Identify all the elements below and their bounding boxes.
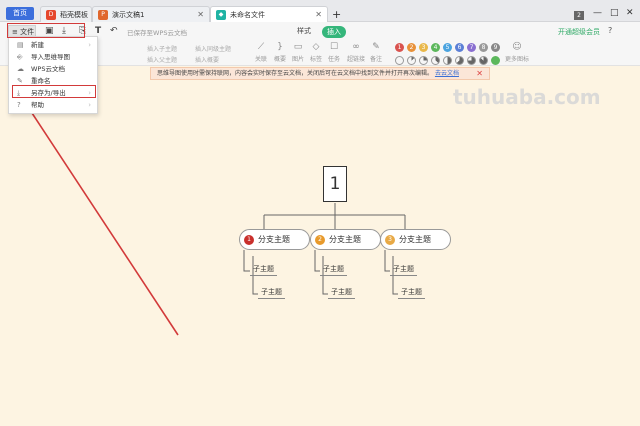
file-dropdown-menu: ▤ 新建 › ⎆ 导入思维导图 ☁ WPS云文档 ✎ 重命名 ⤓ 另存为/导出 … [8, 36, 98, 114]
priority-2-icon: 2 [315, 234, 325, 245]
menu-item-new[interactable]: ▤ 新建 › [9, 39, 97, 51]
menu-item-help[interactable]: ? 帮助 › [9, 99, 97, 111]
help-icon: ? [17, 101, 21, 109]
priority-1-icon: 1 [244, 234, 254, 245]
branch-topic-3[interactable]: 3 分支主题 [380, 229, 451, 250]
root-topic[interactable]: 1 [323, 166, 347, 202]
branch-topic-2[interactable]: 2 分支主题 [310, 229, 381, 250]
import-icon: ⎆ [17, 53, 23, 61]
file-toolbar-highlight [7, 23, 85, 38]
menu-item-import[interactable]: ⎆ 导入思维导图 [9, 51, 97, 63]
chevron-right-icon: › [88, 101, 91, 109]
menu-item-cloud[interactable]: ☁ WPS云文档 [9, 63, 97, 75]
cloud-icon: ☁ [17, 65, 24, 73]
export-item-highlight [12, 85, 96, 98]
chevron-right-icon: › [88, 41, 91, 49]
subtopic[interactable]: 子主题 [328, 287, 355, 299]
priority-3-icon: 3 [385, 234, 395, 245]
subtopic[interactable]: 子主题 [398, 287, 425, 299]
subtopic[interactable]: 子主题 [320, 264, 347, 276]
new-file-icon: ▤ [17, 41, 24, 49]
branch-topic-1[interactable]: 1 分支主题 [239, 229, 310, 250]
subtopic[interactable]: 子主题 [258, 287, 285, 299]
subtopic[interactable]: 子主题 [250, 264, 277, 276]
subtopic[interactable]: 子主题 [390, 264, 417, 276]
